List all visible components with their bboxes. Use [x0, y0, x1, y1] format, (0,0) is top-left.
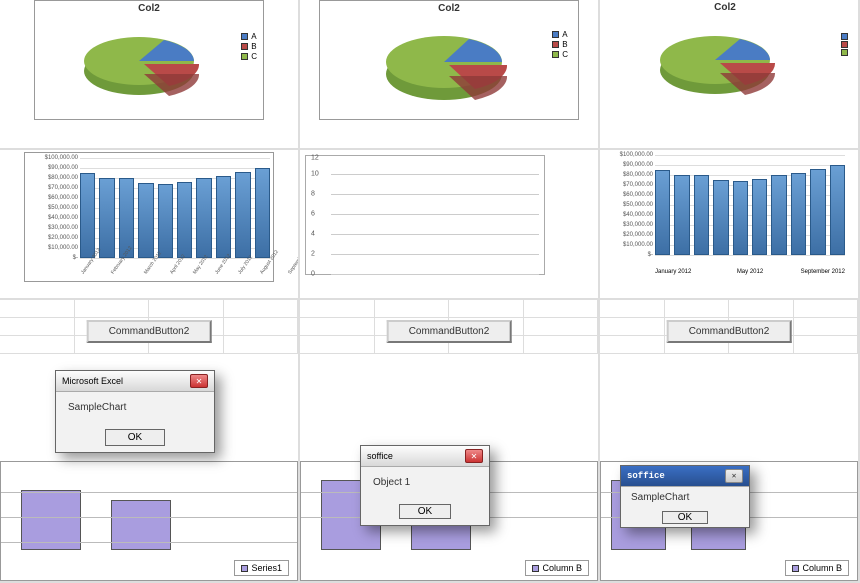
close-icon[interactable]: ✕ [190, 374, 208, 388]
pie-cell-1: Col2 A B C [0, 0, 300, 150]
ok-button[interactable]: OK [399, 504, 451, 519]
partial-chart: Series1 [0, 461, 298, 581]
close-icon[interactable]: ✕ [465, 449, 483, 463]
dialog-body: SampleChart [621, 487, 749, 508]
dialog-cell-3: CommandButton2 Column B soffice ✕ Sample… [600, 300, 860, 583]
pie-chart [369, 16, 529, 111]
message-dialog: Microsoft Excel ✕ SampleChart OK [55, 370, 215, 453]
dialog-body: SampleChart [56, 392, 214, 423]
chart-title: Col2 [37, 3, 261, 14]
dialog-title: soffice [627, 471, 665, 481]
bar-chart: $- $10,000.00 $20,000.00 $30,000.00 $40,… [30, 158, 270, 278]
pie-legend: A B C [552, 29, 568, 60]
dialog-titlebar: Microsoft Excel ✕ [56, 371, 214, 392]
line-chart-empty: 0 2 4 6 8 10 12 [305, 155, 545, 275]
dialog-cell-2: CommandButton2 Column B soffice ✕ Object… [300, 300, 600, 583]
command-button[interactable]: CommandButton2 [87, 320, 212, 343]
chart-title: Col2 [602, 2, 848, 13]
message-dialog: soffice ✕ Object 1 OK [360, 445, 490, 526]
message-dialog: soffice ✕ SampleChart OK [620, 465, 750, 528]
ok-button[interactable]: OK [105, 429, 165, 446]
command-button[interactable]: CommandButton2 [387, 320, 512, 343]
dialog-titlebar: soffice ✕ [621, 466, 749, 487]
pie-chart [69, 16, 229, 106]
pie-legend [841, 32, 848, 57]
dialog-body: Object 1 [361, 467, 489, 498]
dialog-title: soffice [367, 451, 393, 461]
series-legend: Column B [525, 560, 589, 576]
command-button[interactable]: CommandButton2 [667, 320, 792, 343]
empty-chart-cell: 0 2 4 6 8 10 12 [300, 150, 600, 300]
chart-title: Col2 [322, 3, 576, 14]
pie-cell-2: Col2 A B C [300, 0, 600, 150]
pie-chart [645, 15, 805, 105]
pie-legend: A B C [241, 31, 257, 62]
close-icon[interactable]: ✕ [725, 469, 743, 483]
ok-button[interactable]: OK [662, 511, 708, 524]
series-legend: Column B [785, 560, 849, 576]
pie-cell-3: Col2 [600, 0, 860, 150]
bar-cell-1: $- $10,000.00 $20,000.00 $30,000.00 $40,… [0, 150, 300, 300]
dialog-title: Microsoft Excel [62, 376, 123, 386]
bar-chart: $- $10,000.00 $20,000.00 $30,000.00 $40,… [605, 155, 845, 275]
series-legend: Series1 [234, 560, 289, 576]
dialog-titlebar: soffice ✕ [361, 446, 489, 467]
dialog-cell-1: CommandButton2 Series1 Microsoft Excel ✕… [0, 300, 300, 583]
bar-cell-3: $- $10,000.00 $20,000.00 $30,000.00 $40,… [600, 150, 860, 300]
